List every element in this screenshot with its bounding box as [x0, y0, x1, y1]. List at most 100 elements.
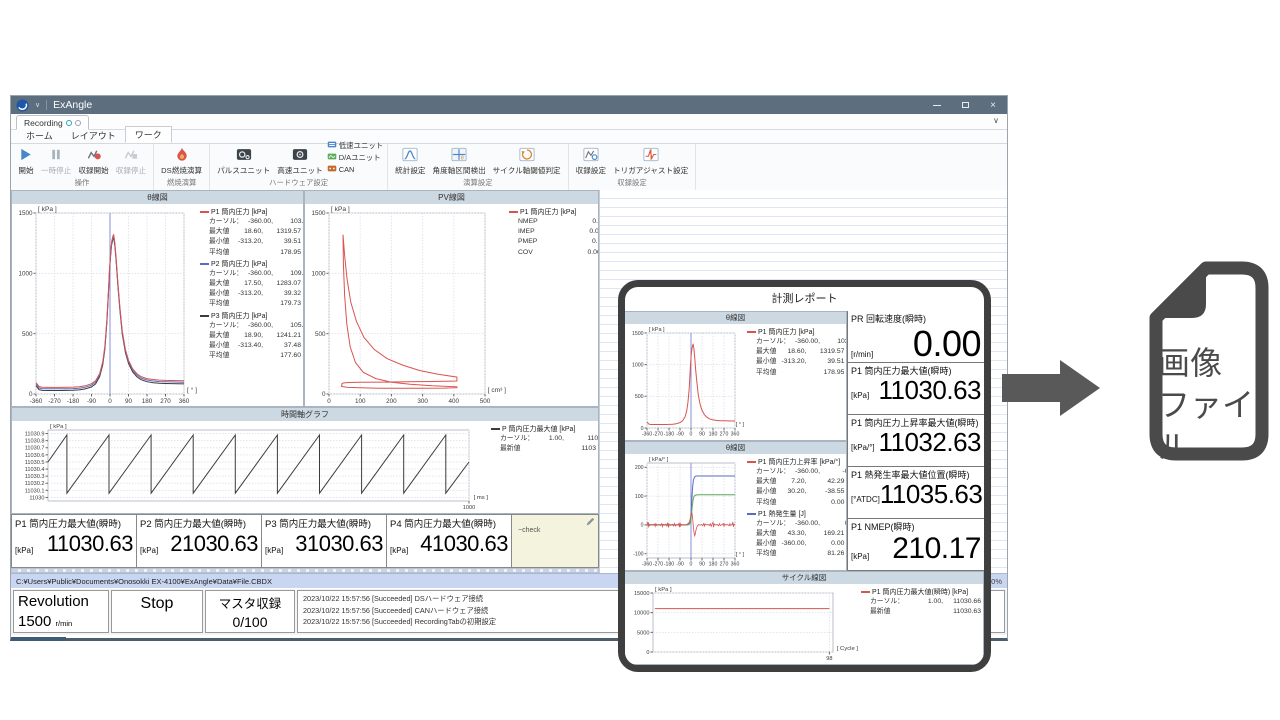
- cycle-threshold-button[interactable]: サイクル軸閾値判定: [490, 146, 564, 177]
- time-chart[interactable]: 11030 11030.1 11030.2 11030.3 11030.4 11030.5…: [12, 421, 489, 513]
- svg-text:-270: -270: [48, 398, 61, 405]
- legend-stat-x: [776, 368, 806, 378]
- record-start-icon: [86, 147, 102, 165]
- close-button[interactable]: ×: [979, 96, 1007, 114]
- svg-text:15000: 15000: [634, 591, 650, 597]
- legend-stat-label: 最大値: [209, 331, 230, 339]
- svg-text:0: 0: [327, 398, 331, 405]
- legend-stat-y: 39.51: [283, 238, 301, 246]
- ribbon-tab-レイアウト[interactable]: レイアウト: [62, 128, 125, 143]
- ribbon-group: 統計設定 θ 角度軸区間検出 サイクル軸閾値判定 演算設定: [388, 144, 569, 190]
- legend-stat-x: [233, 299, 263, 309]
- legend-stat-row: カーソル： 1.00, 1103: [491, 434, 598, 444]
- legend-stat-label: 平均値: [209, 248, 230, 256]
- angle-section-detect-button[interactable]: θ 角度軸区間検出: [430, 146, 489, 177]
- metric-number: 41030.63: [420, 531, 508, 556]
- ribbon-group-buttons: パルスユニット 高速ユニット 低速ユニット D/Aユニット CAN: [214, 141, 383, 177]
- legend-stat-label: 平均値: [756, 550, 777, 558]
- svg-text:300: 300: [417, 398, 428, 405]
- readout-number: 11035.63: [879, 479, 983, 509]
- titlebar-divider: [46, 100, 48, 110]
- record-start-button[interactable]: 収録開始: [75, 146, 111, 177]
- legend-stat-x: [913, 607, 943, 617]
- start-button[interactable]: 開始: [15, 146, 37, 177]
- svg-text:270: 270: [720, 562, 729, 568]
- legend-stat-row: 最小値 -313.40, 37.48: [200, 341, 301, 351]
- cycle-threshold-icon: [519, 147, 535, 165]
- metric-label: P2 筒内圧力最大値(瞬時): [140, 519, 247, 530]
- svg-text:500: 500: [480, 398, 491, 405]
- legend-stat-label: 最大値: [209, 279, 230, 287]
- minimize-button[interactable]: [923, 96, 951, 114]
- close-tab-icon[interactable]: [74, 119, 81, 126]
- legend-stat-label: 最大値: [756, 478, 777, 486]
- svg-text:500: 500: [22, 331, 33, 338]
- pv-chart[interactable]: 0 500 1000 1500 0 100 200 300 400 500 [ kPa ] [ cm³…: [305, 204, 507, 406]
- legend-series-label: P3 筒内圧力 [kPa]: [211, 312, 268, 320]
- pulse-unit-button[interactable]: パルスユニット: [214, 146, 273, 177]
- report-rate-chart[interactable]: -100 0 100 200 -360 -270 -180 -90 0 90 180 270 360 [ …: [625, 454, 745, 570]
- ribbon-button-label: 一時停止: [41, 166, 72, 175]
- legend-stat-y: 1241.21: [276, 331, 301, 339]
- svg-text:5000: 5000: [637, 630, 649, 636]
- ds-combustion-button[interactable]: DS燃焼演算: [158, 146, 205, 177]
- legend-stat-y: 0.00: [831, 540, 845, 548]
- legend-stat-label: 最小値: [756, 358, 777, 366]
- legend-stat-y: 1103: [581, 445, 596, 453]
- statistics-settings-button[interactable]: 統計設定: [392, 146, 428, 177]
- cycle-chart[interactable]: 0 5000 10000 15000 98 [ kPa ] [ Cycle ]: [625, 584, 859, 664]
- status-ring-icon: [65, 119, 72, 126]
- record-settings-icon: [583, 147, 599, 165]
- ribbon-group-label: ハードウェア設定: [269, 178, 329, 187]
- trigger-adjust-button[interactable]: トリガアジャスト設定: [610, 146, 691, 177]
- tabstrip-chevron-icon[interactable]: ∨: [993, 116, 999, 125]
- panel-header: θ線図: [625, 312, 846, 324]
- legend-stat-y: 0.00: [592, 218, 598, 225]
- legend-stat-label: カーソル：: [209, 269, 243, 277]
- da-unit-button[interactable]: D/Aユニット: [327, 152, 383, 164]
- legend-stat-y: 39.51: [827, 358, 845, 366]
- readout-unit: [°ATDC]: [851, 495, 880, 505]
- ribbon-button-label: 角度軸区間検出: [432, 166, 486, 175]
- da-unit-icon: [327, 152, 337, 164]
- legend-stat-x: -360.00,: [795, 519, 820, 527]
- ribbon-button-label: D/Aユニット: [338, 153, 381, 163]
- legend-stat-label: COV: [518, 248, 533, 256]
- maximize-button[interactable]: [951, 96, 979, 114]
- image-file-label: 画像 ファイル: [1158, 345, 1255, 465]
- doc-tab-label: Recording: [24, 117, 63, 128]
- angle-detect-icon: θ: [451, 147, 467, 165]
- legend-stat-label: 最小値: [209, 341, 230, 349]
- theta-chart[interactable]: 0 500 1000 1500 -360 -270 -180 -90 0 90 180 270 360[…: [12, 204, 198, 406]
- image-file-icon: 画像 ファイル: [1104, 258, 1270, 465]
- low-speed-unit-button[interactable]: 低速ユニット: [327, 140, 383, 152]
- play-icon: [18, 147, 34, 165]
- report-readout: PR 回転速度(瞬時) [r/min] 0.00: [848, 311, 984, 363]
- chart-legend: P1 筒内圧力 [kPa] カーソル： -360.00, 103.81 最大値 18.60…: [745, 324, 846, 440]
- quick-access-chevron-icon[interactable]: ∨: [35, 101, 40, 109]
- time-chart-panel: 時間軸グラフ 11030 11030.1 11030.2 11030.3 11030.4…: [11, 407, 599, 514]
- legend-stat-y: 39.32: [283, 290, 301, 298]
- legend-stat-label: カーソル：: [209, 218, 243, 225]
- can-button[interactable]: CAN: [327, 164, 383, 176]
- legend-series-label: P1 筒内圧力 [kPa]: [758, 329, 815, 336]
- metric-label: P1 筒内圧力最大値(瞬時): [15, 519, 122, 530]
- legend-stat-label: 最大値: [756, 529, 777, 537]
- metric-unit: [kPa]: [15, 545, 34, 555]
- report-theta-chart[interactable]: 0 500 1000 1500 -360 -270 -180 -90 0 90 180 270 360[…: [625, 324, 745, 440]
- legend-series-name: P1 筒内圧力最大値(瞬時) [kPa]: [861, 587, 981, 597]
- svg-text:[ ° ]: [ ° ]: [187, 386, 197, 394]
- legend-series-name: P1 筒内圧力 [kPa]: [509, 207, 596, 217]
- metric-unit: [kPa]: [140, 545, 159, 555]
- legend-series-mark: [491, 428, 500, 430]
- ribbon-tab-ホーム[interactable]: ホーム: [17, 128, 62, 143]
- legend-stat-label: 平均値: [209, 300, 230, 308]
- svg-text:11030.2: 11030.2: [25, 481, 45, 487]
- high-speed-unit-button[interactable]: 高速ユニット: [274, 146, 326, 177]
- recording-settings-button[interactable]: 収録設定: [573, 146, 609, 177]
- pencil-icon[interactable]: [585, 517, 595, 527]
- ribbon-tab-ワーク[interactable]: ワーク: [124, 126, 172, 143]
- legend-series-label: P1 筒内圧力最大値(瞬時) [kPa]: [872, 589, 969, 596]
- legend-stat-y: 103.81: [837, 338, 846, 345]
- legend-stat-row: 最大値 17.50, 1283.07: [200, 279, 301, 289]
